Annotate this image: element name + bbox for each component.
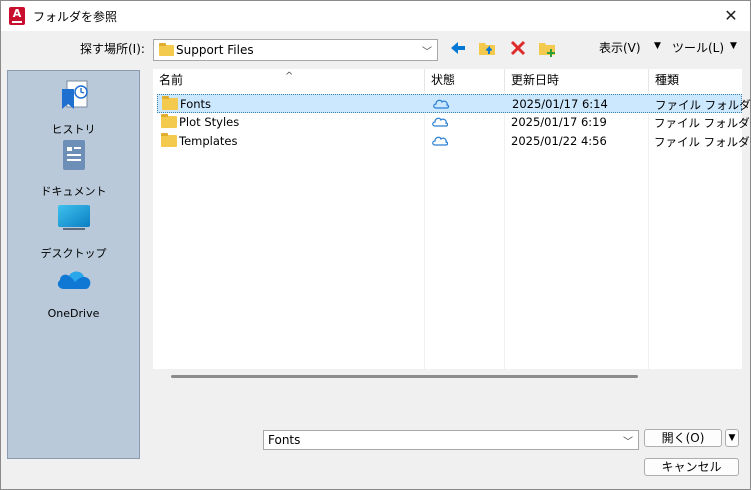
autocad-icon: A xyxy=(9,7,25,25)
delete-icon[interactable] xyxy=(508,38,528,58)
place-label: ヒストリ xyxy=(51,123,96,136)
place-label: デスクトップ xyxy=(40,247,107,260)
item-name: Templates xyxy=(179,134,238,148)
look-in-label: 探す場所(I): xyxy=(80,42,145,56)
place-onedrive[interactable]: OneDrive xyxy=(8,263,139,323)
cloud-icon xyxy=(432,136,449,146)
open-dropdown-button[interactable]: ▼ xyxy=(725,429,739,447)
tools-dropdown-icon[interactable]: ▼ xyxy=(730,41,737,51)
place-desktop[interactable]: デスクトップ xyxy=(8,201,139,261)
close-button[interactable]: ✕ xyxy=(720,5,742,27)
chevron-down-icon: ﹀ xyxy=(623,437,633,448)
item-type: ファイル フォルダー xyxy=(654,116,751,130)
places-bar: ヒストリ ドキュメント デスクトップ OneDrive xyxy=(7,70,140,459)
desktop-icon xyxy=(58,205,90,230)
cloud-icon xyxy=(432,117,449,127)
documents-icon xyxy=(63,140,85,170)
view-dropdown-icon[interactable]: ▼ xyxy=(654,41,661,51)
column-header-status[interactable]: 状態 xyxy=(425,69,505,91)
onedrive-icon xyxy=(57,271,91,289)
folder-icon xyxy=(161,114,177,128)
sort-ascending-icon: ^ xyxy=(285,71,294,82)
history-icon xyxy=(62,80,88,109)
folder-icon xyxy=(162,96,178,110)
folder-icon xyxy=(161,133,177,147)
column-header-type[interactable]: 種類 xyxy=(649,69,742,91)
look-in-value: Support Files xyxy=(176,43,254,57)
item-name: Fonts xyxy=(180,97,212,111)
chevron-down-icon: ﹀ xyxy=(422,47,432,58)
folder-name-value: Fonts xyxy=(268,433,301,447)
cancel-button[interactable]: キャンセル xyxy=(644,458,739,476)
dialog-title: フォルダを参照 xyxy=(33,10,118,24)
list-item[interactable]: Plot Styles 2025/01/17 6:19 ファイル フォルダー xyxy=(157,113,751,132)
tools-menu-button[interactable]: ツール(L) xyxy=(672,39,724,56)
list-item[interactable]: Templates 2025/01/22 4:56 ファイル フォルダー xyxy=(157,132,751,151)
up-folder-icon[interactable] xyxy=(477,38,497,58)
back-icon[interactable] xyxy=(448,38,468,58)
file-list[interactable]: 名前 ^ 状態 更新日時 種類 Fonts 2025/01/17 6:14 ファ… xyxy=(153,69,751,369)
folder-name-combobox[interactable]: Fonts ﹀ xyxy=(263,430,639,450)
item-modified: 2025/01/22 4:56 xyxy=(511,134,607,148)
place-label: OneDrive xyxy=(47,307,100,320)
view-menu-button[interactable]: 表示(V) xyxy=(599,39,641,56)
title-bar: A フォルダを参照 ✕ xyxy=(1,1,750,31)
item-type: ファイル フォルダー xyxy=(655,98,751,112)
place-history[interactable]: ヒストリ xyxy=(8,77,139,137)
browse-folder-dialog: A フォルダを参照 ✕ 探す場所(I): Support Files ﹀ 表示(… xyxy=(0,0,751,490)
item-modified: 2025/01/17 6:14 xyxy=(512,97,608,111)
place-label: ドキュメント xyxy=(40,185,107,198)
new-folder-icon[interactable] xyxy=(537,38,557,58)
item-name: Plot Styles xyxy=(179,115,240,129)
horizontal-scrollbar[interactable] xyxy=(171,375,638,378)
place-documents[interactable]: ドキュメント xyxy=(8,139,139,199)
folder-icon xyxy=(159,43,174,56)
open-button[interactable]: 開く(O) xyxy=(644,429,722,447)
item-type: ファイル フォルダー xyxy=(654,135,751,149)
list-item[interactable]: Fonts 2025/01/17 6:14 ファイル フォルダー xyxy=(157,94,751,113)
column-header-name[interactable]: 名前 ^ xyxy=(153,69,425,91)
look-in-dropdown[interactable]: Support Files ﹀ xyxy=(153,39,438,61)
column-header-modified[interactable]: 更新日時 xyxy=(505,69,649,91)
item-modified: 2025/01/17 6:19 xyxy=(511,115,607,129)
cloud-icon xyxy=(433,99,450,109)
